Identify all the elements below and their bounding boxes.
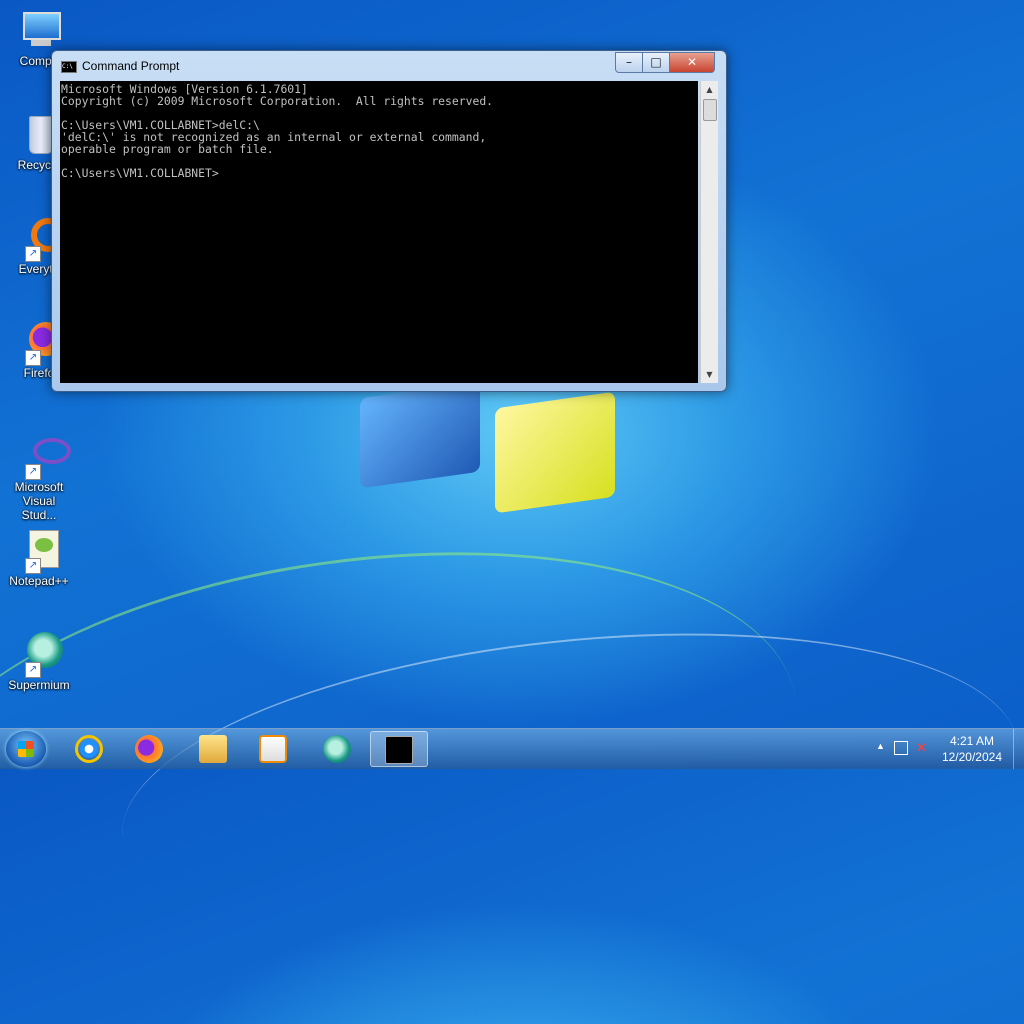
network-icon[interactable] xyxy=(894,741,908,755)
visual-studio-icon: ↗ xyxy=(17,434,71,480)
show-hidden-icons-icon[interactable]: ▲ xyxy=(876,741,885,751)
shortcut-arrow-icon: ↗ xyxy=(25,246,41,262)
windows-logo-wallpaper xyxy=(360,370,640,520)
taskbar-ie[interactable] xyxy=(60,731,118,767)
supermium-icon xyxy=(323,735,351,763)
command-prompt-window[interactable]: C:\ Command Prompt – □ ✕ Microsoft Windo… xyxy=(51,50,727,392)
taskbar-supermium[interactable] xyxy=(308,731,366,767)
computer-icon xyxy=(17,8,61,52)
shortcut-arrow-icon: ↗ xyxy=(25,662,41,678)
clock-time[interactable]: 4:21 AM xyxy=(950,734,994,748)
maximize-button[interactable]: □ xyxy=(642,52,670,73)
scroll-up-icon[interactable]: ▲ xyxy=(701,81,718,98)
desktop-icon-label: Microsoft Visual Stud... xyxy=(14,480,64,522)
taskbar-cmd[interactable] xyxy=(370,731,428,767)
vertical-scrollbar[interactable]: ▲ ▼ xyxy=(700,81,718,383)
media-player-icon xyxy=(259,735,287,763)
volume-muted-icon[interactable]: ✕ xyxy=(916,740,927,756)
scroll-down-icon[interactable]: ▼ xyxy=(701,366,718,383)
scrollbar-thumb[interactable] xyxy=(703,99,717,121)
start-button[interactable] xyxy=(6,731,46,767)
shortcut-arrow-icon: ↗ xyxy=(25,558,41,574)
desktop-icon-label: Supermium xyxy=(8,678,70,692)
desktop-icon-supermium[interactable]: ↗ Supermium xyxy=(4,632,74,692)
supermium-icon: ↗ xyxy=(17,632,63,678)
console-line: Copyright (c) 2009 Microsoft Corporation… xyxy=(61,94,494,108)
window-titlebar[interactable]: C:\ Command Prompt – □ ✕ xyxy=(52,51,726,81)
show-desktop-button[interactable] xyxy=(1013,729,1024,769)
firefox-icon xyxy=(135,735,163,763)
system-tray: ▲ ✕ 4:21 AM 12/20/2024 xyxy=(864,729,1024,769)
windows-logo-icon xyxy=(18,741,34,757)
notepad-plus-plus-icon: ↗ xyxy=(17,528,61,574)
console-output[interactable]: Microsoft Windows [Version 6.1.7601] Copy… xyxy=(60,81,698,383)
desktop-icon-label: Notepad++ xyxy=(9,574,69,588)
taskbar-firefox[interactable] xyxy=(120,731,178,767)
minimize-button[interactable]: – xyxy=(615,52,643,73)
taskbar-explorer[interactable] xyxy=(184,731,242,767)
taskbar-media-player[interactable] xyxy=(244,731,302,767)
close-button[interactable]: ✕ xyxy=(669,52,715,73)
shortcut-arrow-icon: ↗ xyxy=(25,350,41,366)
desktop-icon-visual-studio[interactable]: ↗ Microsoft Visual Stud... xyxy=(4,434,74,522)
console-prompt-line: C:\Users\VM1.COLLABNET> xyxy=(61,166,219,180)
internet-explorer-icon xyxy=(75,735,103,763)
console-line: operable program or batch file. xyxy=(61,142,274,156)
shortcut-arrow-icon: ↗ xyxy=(25,464,41,480)
taskbar: ▲ ✕ 4:21 AM 12/20/2024 xyxy=(0,728,1024,769)
clock-date[interactable]: 12/20/2024 xyxy=(942,750,1002,764)
folder-icon xyxy=(199,735,227,763)
cmd-icon xyxy=(385,736,413,764)
cmd-icon: C:\ xyxy=(61,61,77,73)
window-title: Command Prompt xyxy=(82,59,180,73)
desktop-icon-notepad-plus-plus[interactable]: ↗ Notepad++ xyxy=(4,528,74,588)
